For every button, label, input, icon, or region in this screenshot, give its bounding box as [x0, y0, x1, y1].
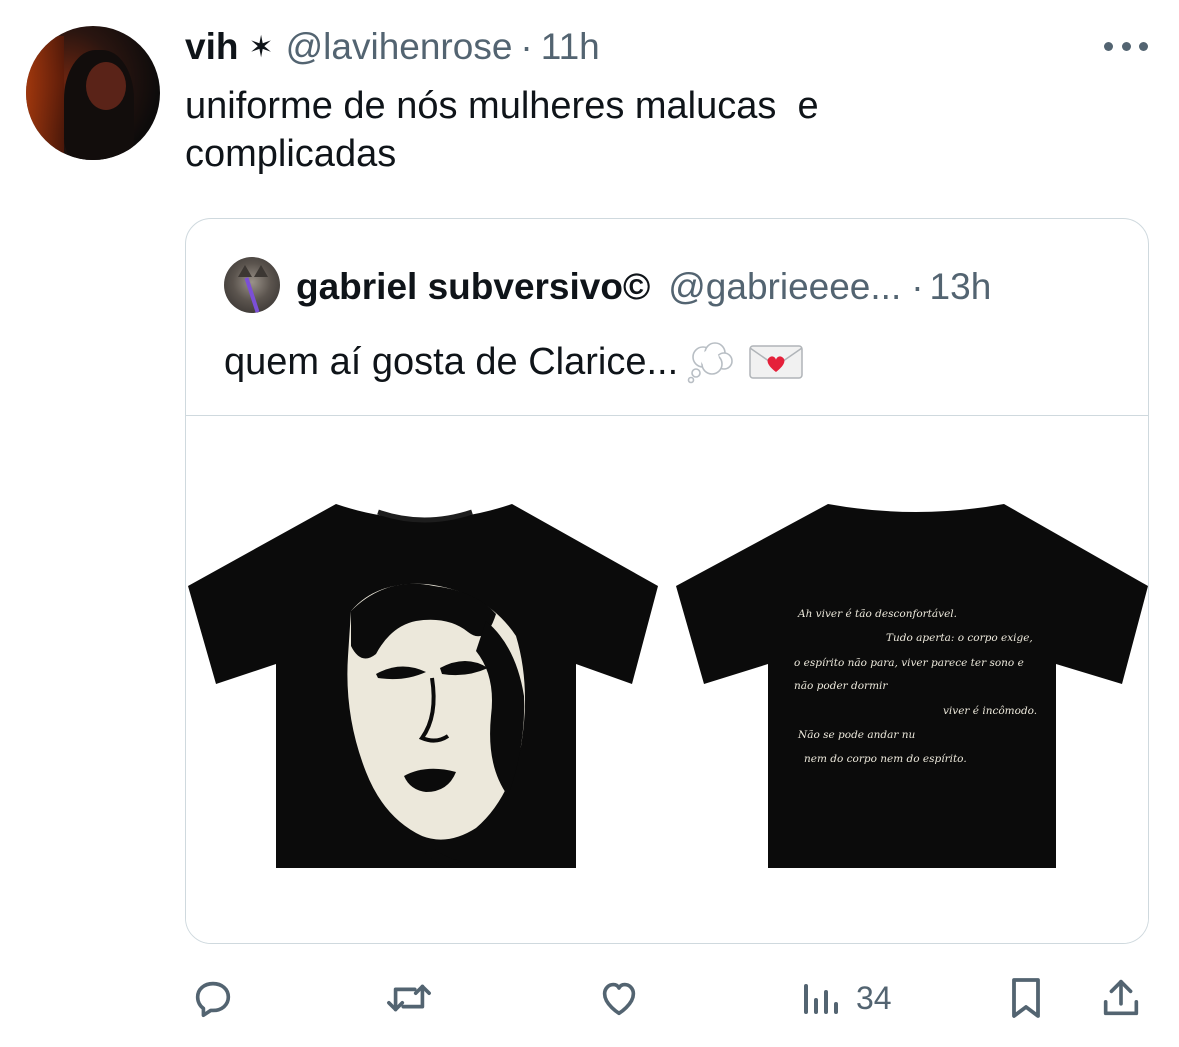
quoted-time[interactable]: 13h [930, 266, 992, 308]
more-dot [1139, 41, 1148, 51]
cat-ear [238, 265, 252, 277]
back-print-line: Não se pode andar nu [797, 729, 915, 741]
quoted-author-handle[interactable]: @gabrieeee... [668, 266, 901, 308]
retweet-icon [387, 984, 431, 1012]
tweet-header: vih ✶ @lavihenrose · 11h [185, 22, 600, 72]
avatar-face [86, 62, 126, 110]
retweet-button[interactable] [384, 968, 434, 1028]
author-avatar[interactable] [26, 26, 160, 160]
bookmark-button[interactable] [1004, 968, 1048, 1028]
cat-ear [254, 265, 268, 277]
avatar-light [26, 36, 64, 156]
quoted-text: quem aí gosta de Clarice... [224, 337, 804, 387]
tweet-text: uniforme de nós mulheres malucas e compl… [185, 82, 1125, 178]
author-handle[interactable]: @lavihenrose [286, 26, 513, 68]
reply-button[interactable] [190, 968, 236, 1028]
share-icon [1103, 979, 1139, 1016]
tweet-text-line: uniforme de nós mulheres malucas e [185, 85, 819, 127]
more-dot [1121, 41, 1131, 51]
reply-icon [195, 981, 231, 1018]
share-button[interactable] [1098, 968, 1144, 1028]
bookmark-icon [1012, 978, 1040, 1018]
tweet-time[interactable]: 11h [541, 26, 600, 68]
back-tshirt: Ah viver é tão desconfortável. Tudo aper… [676, 504, 1148, 868]
quoted-header: gabriel subversivo© @gabrieeee... · 13h [296, 261, 991, 313]
quoted-text-content: quem aí gosta de Clarice... [224, 341, 679, 383]
back-print-line: o espírito não para, viver parece ter so… [794, 657, 1024, 669]
back-print-line: Tudo aperta: o corpo exige, [886, 632, 1033, 644]
thought-balloon-emoji [687, 342, 733, 384]
more-horizontal-icon[interactable] [1104, 36, 1148, 56]
love-letter-emoji [749, 345, 803, 379]
separator: · [520, 26, 533, 67]
analytics-icon [804, 984, 838, 1014]
quoted-author-name[interactable]: gabriel subversivo© [296, 266, 650, 308]
author-badge-icon: ✶ [248, 30, 274, 64]
avatar-lightsaber [244, 277, 260, 313]
more-dot [1104, 41, 1113, 51]
back-print-line: nem do corpo nem do espírito. [804, 753, 967, 765]
tweet-text-line: complicadas [185, 133, 397, 175]
heart-icon [602, 982, 636, 1016]
separator: · [911, 266, 924, 307]
front-tshirt [188, 504, 658, 868]
action-bar: 34 [0, 968, 1179, 1028]
like-button[interactable] [596, 968, 642, 1028]
back-print-line: viver é incômodo. [943, 705, 1037, 717]
quoted-author-avatar[interactable] [224, 257, 280, 313]
author-name[interactable]: vih [185, 26, 238, 68]
quoted-tweet[interactable]: gabriel subversivo© @gabrieeee... · 13h … [185, 218, 1149, 944]
views-button[interactable]: 34 [800, 968, 892, 1028]
views-count: 34 [856, 979, 892, 1016]
quoted-media[interactable]: Ah viver é tão desconfortável. Tudo aper… [186, 415, 1148, 943]
tshirt-photo: Ah viver é tão desconfortável. Tudo aper… [188, 504, 1148, 868]
back-print-line: não poder dormir [794, 680, 888, 692]
back-print-line: Ah viver é tão desconfortável. [797, 608, 957, 620]
